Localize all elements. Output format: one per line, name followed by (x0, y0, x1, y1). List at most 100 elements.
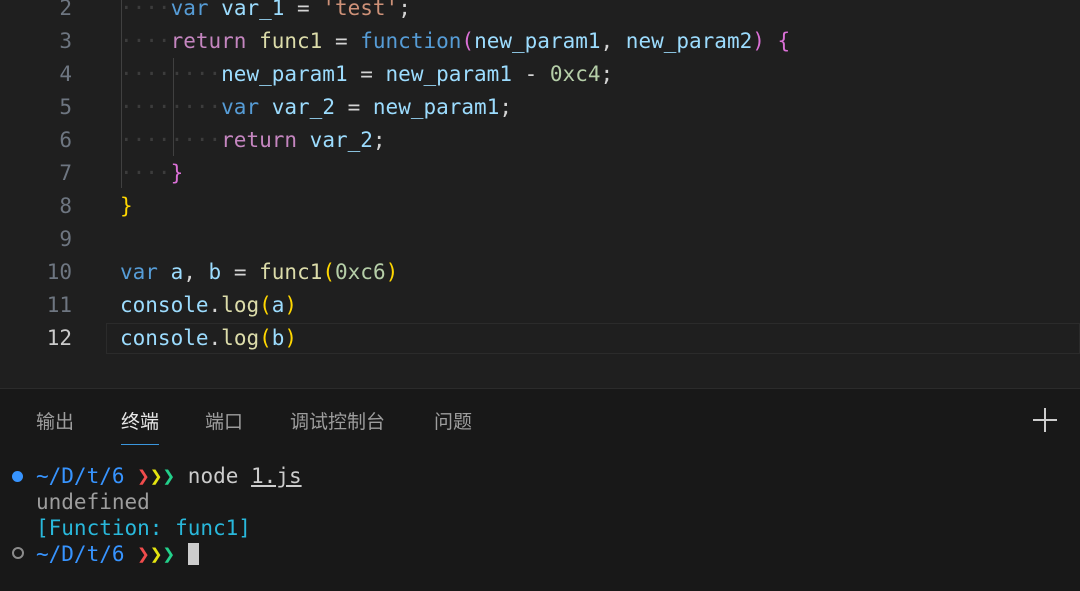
line-number: 11 (46, 293, 72, 317)
code-token: 0xc6 (335, 260, 386, 284)
code-token: ···· (120, 0, 171, 20)
line-number: 5 (59, 95, 72, 119)
bottom-panel: 输出 终端 端口 调试控制台 问题 ~/D/t/6 ❯❯❯ node 1.js … (0, 388, 1080, 591)
prompt-arrow-icon: ❯ (149, 542, 163, 566)
code-line[interactable]: 6 ········return var_2; (0, 124, 1080, 157)
code-token: . (208, 326, 222, 350)
code-token: = (284, 0, 323, 20)
code-token: func1 (259, 29, 323, 53)
prompt-arrow-icon: ❯ (137, 542, 150, 566)
code-token: new_param1 (474, 29, 601, 53)
code-text: var a, b = func1(0xc6) (120, 256, 398, 289)
code-text: ····} (120, 157, 183, 190)
code-token: = (221, 260, 260, 284)
code-token: . (208, 293, 222, 317)
code-line[interactable]: 5 ········var var_2 = new_param1; (0, 91, 1080, 124)
command-status-dot-icon[interactable] (12, 471, 23, 482)
code-token: b (271, 326, 285, 350)
prompt-path: ~/D/t/6 (36, 464, 125, 488)
code-token: log (221, 326, 260, 350)
tab-terminal[interactable]: 终端 (121, 410, 160, 445)
code-token: } (170, 161, 184, 185)
code-text: } (120, 190, 133, 223)
code-token: , (600, 29, 626, 53)
code-token: ···· (120, 161, 171, 185)
code-text: ········var var_2 = new_param1; (120, 91, 512, 124)
code-token: var_1 (221, 0, 285, 20)
code-token: var (221, 95, 260, 119)
prompt-arrow-icon: ❯ (162, 464, 176, 488)
code-token: console (120, 293, 209, 317)
code-line[interactable]: 3 ····return func1 = function(new_param1,… (0, 25, 1080, 58)
code-line[interactable]: 7 ····} (0, 157, 1080, 190)
code-token: = (334, 95, 373, 119)
code-editor[interactable]: 2 ····var var_1 = 'test'; 3 ····return func… (0, 0, 1080, 388)
code-token: ( (259, 326, 272, 350)
code-token: ; (600, 62, 614, 86)
code-token: { (777, 29, 791, 53)
code-text: console.log(b) (120, 322, 297, 355)
code-token: 0xc4 (549, 62, 601, 86)
code-token: ( (322, 260, 336, 284)
code-token: ; (372, 128, 386, 152)
code-token: new_param1 (385, 62, 512, 86)
code-token: ; (499, 95, 512, 119)
code-token: function (360, 29, 462, 53)
code-token: ···· (120, 29, 171, 53)
tab-output[interactable]: 输出 (36, 410, 74, 434)
code-token: a (170, 260, 184, 284)
code-token: new_param2 (625, 29, 753, 53)
code-line[interactable]: 8} (0, 190, 1080, 223)
plus-icon[interactable] (1032, 407, 1058, 433)
code-text: console.log(a) (120, 289, 297, 322)
line-number: 9 (59, 227, 72, 251)
code-line[interactable]: 2 ····var var_1 = 'test'; (0, 0, 1080, 25)
code-token: new_param1 (372, 95, 500, 119)
prompt-arrow-icon: ❯ (137, 464, 150, 488)
code-line[interactable]: 12 console.log(b) (0, 322, 1080, 355)
code-text: ········new_param1 = new_param1 - 0xc4; (120, 58, 613, 91)
terminal-command: node (187, 464, 239, 488)
code-token: var_2 (271, 95, 335, 119)
line-number: 10 (46, 260, 72, 284)
code-line[interactable]: 9 (0, 223, 1080, 256)
code-token: ········ (120, 128, 222, 152)
code-token: , (183, 260, 209, 284)
code-token: func1 (259, 260, 323, 284)
code-line[interactable]: 10 var a, b = func1(0xc6) (0, 256, 1080, 289)
code-text: ····var var_1 = 'test'; (120, 0, 411, 25)
code-token: b (208, 260, 222, 284)
code-token: = (322, 29, 361, 53)
code-token: var (120, 260, 158, 284)
code-token: ( (461, 29, 475, 53)
code-token: ; (398, 0, 411, 20)
code-token: var (170, 0, 209, 20)
prompt-path: ~/D/t/6 (36, 542, 125, 566)
terminal-output-line: [Function: func1] (36, 516, 251, 540)
terminal-cursor (187, 543, 199, 565)
code-token: ) (385, 260, 399, 284)
terminal-prompt-line: ~/D/t/6 ❯❯❯ node 1.js (36, 463, 302, 489)
terminal-prompt-line: ~/D/t/6 ❯❯❯ (36, 541, 199, 567)
terminal-output-line: undefined (36, 490, 150, 514)
tab-problems[interactable]: 问题 (434, 410, 472, 434)
code-line[interactable]: 11 console.log(a) (0, 289, 1080, 322)
code-token: return (221, 128, 298, 152)
tab-debug-console[interactable]: 调试控制台 (290, 410, 385, 434)
prompt-arrow-icon: ❯ (162, 542, 176, 566)
code-token: new_param1 (221, 62, 348, 86)
prompt-arrow-icon: ❯ (149, 464, 163, 488)
code-line[interactable]: 4 ········new_param1 = new_param1 - 0xc4; (0, 58, 1080, 91)
terminal-command-arg[interactable]: 1.js (251, 464, 302, 488)
tab-ports[interactable]: 端口 (205, 410, 243, 434)
code-token: a (271, 293, 285, 317)
line-number: 8 (59, 194, 72, 218)
code-token: ········ (120, 62, 222, 86)
code-token: ) (284, 326, 298, 350)
command-status-dot-icon[interactable] (12, 547, 24, 559)
